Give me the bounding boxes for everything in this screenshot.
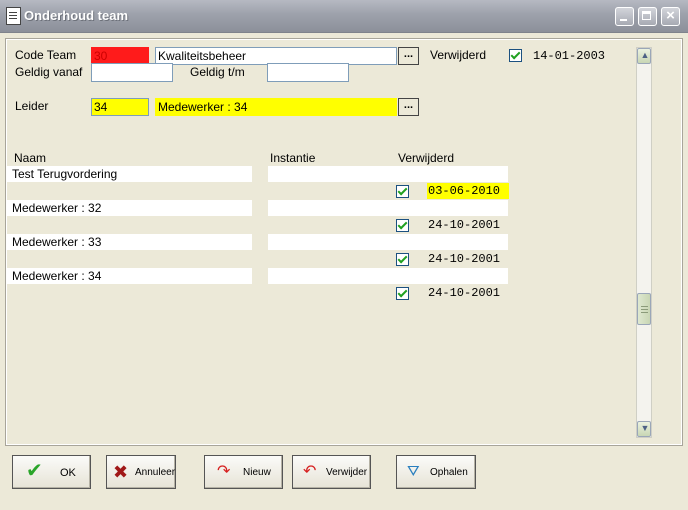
- leider-lookup-button[interactable]: ...: [398, 98, 419, 116]
- verwijderd-date: 14-01-2003: [533, 49, 606, 63]
- maximize-button[interactable]: [638, 7, 657, 26]
- scroll-up-button[interactable]: ▲: [637, 48, 651, 64]
- geldig-tm-input[interactable]: [267, 63, 349, 82]
- chevron-up-icon: ▲: [640, 50, 650, 60]
- cross-icon: ✖: [113, 462, 129, 482]
- title-bar[interactable]: Onderhoud team ×: [0, 0, 688, 33]
- column-header-instantie: Instantie: [270, 151, 316, 165]
- row-naam[interactable]: Test Terugvordering: [6, 166, 252, 182]
- verwijder-button-label: Verwijder: [326, 467, 368, 478]
- row-verwijderd-checkbox[interactable]: [396, 287, 409, 300]
- row-instantie[interactable]: [268, 166, 508, 182]
- column-header-naam: Naam: [14, 151, 47, 165]
- scroll-down-button[interactable]: ▼: [637, 421, 651, 437]
- scroll-thumb[interactable]: [637, 293, 651, 325]
- row-instantie[interactable]: [268, 268, 508, 284]
- leider-label: Leider: [15, 99, 49, 113]
- minimize-button[interactable]: [615, 7, 634, 26]
- row-verwijderd-date: 03-06-2010: [427, 183, 509, 199]
- nieuw-button[interactable]: ↷ Nieuw: [204, 455, 283, 489]
- row-instantie[interactable]: [268, 234, 508, 250]
- fetch-icon: ⛛: [407, 463, 420, 480]
- geldig-vanaf-input[interactable]: [91, 63, 173, 82]
- leider-name-input[interactable]: Medewerker : 34: [155, 98, 397, 116]
- row-naam[interactable]: Medewerker : 34: [6, 268, 252, 284]
- geldig-tm-label: Geldig t/m: [190, 65, 245, 79]
- annuleer-button[interactable]: ✖ Annuleer: [106, 455, 176, 489]
- row-verwijderd-checkbox[interactable]: [396, 185, 409, 198]
- row-naam[interactable]: Medewerker : 32: [6, 200, 252, 216]
- ophalen-button-label: Ophalen: [430, 467, 468, 478]
- checkmark-icon: ✔: [26, 460, 43, 482]
- document-icon: [6, 7, 21, 25]
- verwijder-button[interactable]: ↶ Verwijder: [292, 455, 371, 489]
- curved-arrow-right-icon: ↷: [217, 463, 231, 480]
- row-instantie[interactable]: [268, 200, 508, 216]
- row-verwijderd-checkbox[interactable]: [396, 253, 409, 266]
- row-naam[interactable]: Medewerker : 33: [6, 234, 252, 250]
- annuleer-button-label: Annuleer: [135, 467, 176, 478]
- verwijderd-label: Verwijderd: [430, 48, 487, 62]
- code-team-label: Code Team: [15, 48, 77, 62]
- leider-code-input[interactable]: 34: [91, 98, 149, 116]
- verwijderd-checkbox[interactable]: [509, 49, 522, 62]
- nieuw-button-label: Nieuw: [243, 467, 271, 478]
- window-title: Onderhoud team: [24, 8, 129, 23]
- row-verwijderd-date: 24-10-2001: [428, 218, 501, 232]
- row-verwijderd-date: 24-10-2001: [428, 252, 501, 266]
- vertical-scrollbar[interactable]: ▲ ▼: [636, 47, 652, 438]
- row-verwijderd-date: 24-10-2001: [428, 286, 501, 300]
- close-icon: ×: [666, 7, 675, 24]
- close-button[interactable]: ×: [661, 7, 680, 26]
- ophalen-button[interactable]: ⛛ Ophalen: [396, 455, 476, 489]
- ok-button[interactable]: ✔ OK: [12, 455, 91, 489]
- row-verwijderd-checkbox[interactable]: [396, 219, 409, 232]
- chevron-down-icon: ▼: [640, 423, 650, 433]
- curved-arrow-left-icon: ↶: [303, 463, 317, 480]
- column-header-verwijderd: Verwijderd: [398, 151, 455, 165]
- geldig-vanaf-label: Geldig vanaf: [15, 65, 83, 79]
- ok-button-label: OK: [60, 467, 76, 479]
- team-lookup-button[interactable]: ...: [398, 47, 419, 65]
